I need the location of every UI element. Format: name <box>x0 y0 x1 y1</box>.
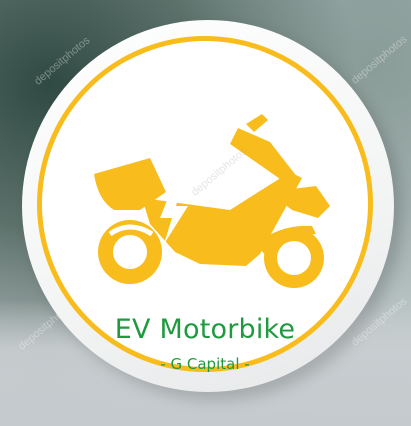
logo-image: depositphotos depositphotos depositphoto… <box>0 0 411 426</box>
electric-scooter-icon <box>94 114 330 288</box>
brand-title: EV Motorbike <box>114 314 296 345</box>
brand-subtitle: - G Capital - <box>160 355 250 373</box>
watermark-text: depositphotos <box>349 33 410 87</box>
